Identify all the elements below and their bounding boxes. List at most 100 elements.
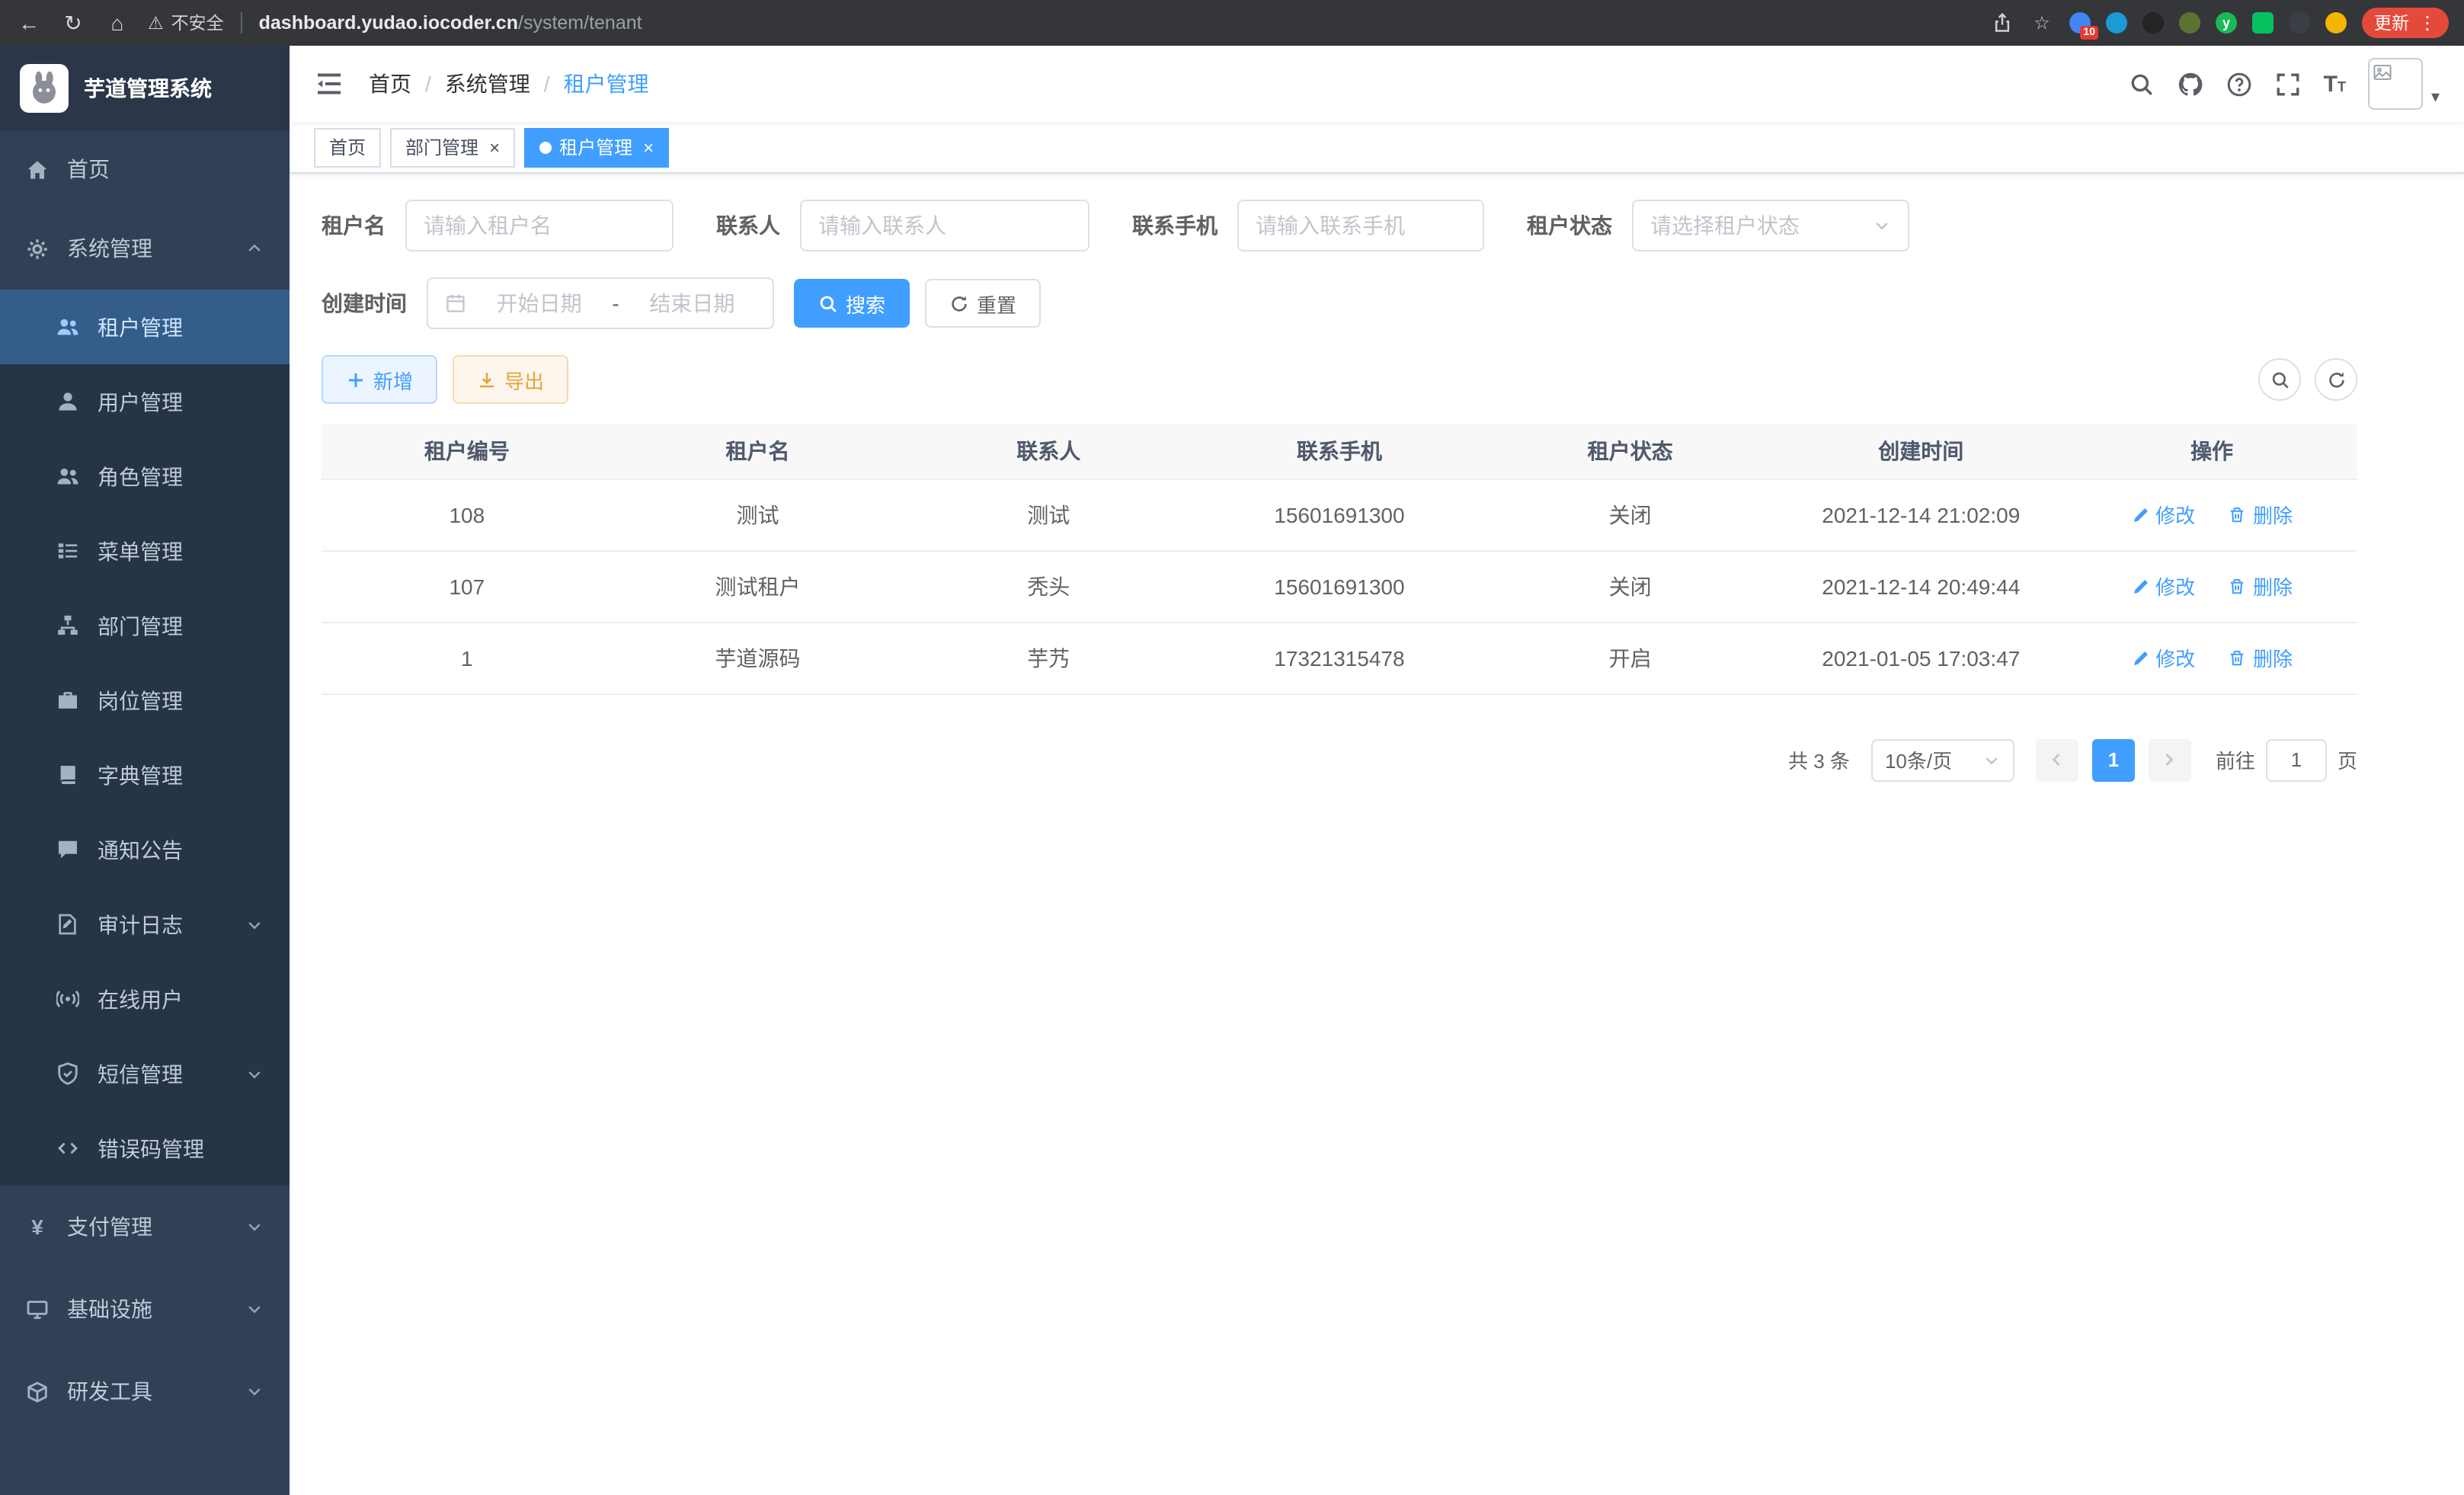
calendar-icon xyxy=(445,293,466,314)
edit-button[interactable]: 修改 xyxy=(2131,643,2195,672)
tenant-name-label: 租户名 xyxy=(322,210,386,241)
cell-tenant-name: 测试租户 xyxy=(613,550,904,622)
extension-icon[interactable] xyxy=(2106,12,2127,34)
date-range-picker[interactable]: - xyxy=(427,277,774,329)
cell-tenant-name: 测试 xyxy=(613,479,904,550)
search-icon[interactable] xyxy=(2129,71,2155,97)
prev-page-button[interactable] xyxy=(2036,738,2078,781)
browser-back-icon[interactable]: ← xyxy=(15,11,43,35)
col-contact: 联系人 xyxy=(903,424,1194,479)
sidebar-item-home[interactable]: 首页 xyxy=(0,131,290,207)
sidebar-item-payment-management[interactable]: ¥ 支付管理 xyxy=(0,1186,290,1268)
browser-reload-icon[interactable]: ↻ xyxy=(59,10,87,36)
date-end-input[interactable] xyxy=(629,291,756,315)
extension-icon[interactable] xyxy=(2252,12,2274,34)
cell-created: 2021-12-14 21:02:09 xyxy=(1775,479,2066,550)
hamburger-icon[interactable] xyxy=(314,69,344,99)
app-logo[interactable]: 芋道管理系统 xyxy=(0,46,290,131)
reset-button[interactable]: 重置 xyxy=(925,279,1041,328)
sidebar-item-post-management[interactable]: 岗位管理 xyxy=(0,663,290,738)
breadcrumb: 首页 / 系统管理 / 租户管理 xyxy=(369,69,649,99)
search-button[interactable]: 搜索 xyxy=(794,279,910,328)
address-bar[interactable]: dashboard.yudao.iocoder.cn/system/tenant xyxy=(259,12,642,34)
status-select[interactable]: 请选择租户状态 xyxy=(1632,200,1909,251)
browser-menu-icon[interactable]: ⋮ xyxy=(2418,12,2437,34)
add-button[interactable]: 新增 xyxy=(322,355,437,404)
edit-button[interactable]: 修改 xyxy=(2131,571,2195,600)
profile-avatar-icon[interactable] xyxy=(2325,12,2347,34)
sidebar-item-system-management[interactable]: 系统管理 xyxy=(0,207,290,290)
delete-button[interactable]: 删除 xyxy=(2229,643,2293,672)
cell-contact: 秃头 xyxy=(903,550,1194,622)
share-icon[interactable] xyxy=(1990,11,2014,35)
box-icon xyxy=(26,1380,49,1403)
breadcrumb-home[interactable]: 首页 xyxy=(369,69,411,99)
breadcrumb-system[interactable]: 系统管理 xyxy=(445,69,530,99)
fullscreen-icon[interactable] xyxy=(2275,71,2301,97)
browser-home-icon[interactable]: ⌂ xyxy=(104,11,131,35)
goto-page-input[interactable] xyxy=(2266,738,2327,781)
close-icon[interactable]: × xyxy=(643,138,654,156)
top-navbar: 首页 / 系统管理 / 租户管理 TT ▾ xyxy=(290,46,2464,122)
sidebar-item-online-users[interactable]: 在线用户 xyxy=(0,962,290,1036)
security-chip[interactable]: ⚠ 不安全 xyxy=(148,11,224,35)
edit-button[interactable]: 修改 xyxy=(2131,500,2195,529)
sidebar-item-sms-management[interactable]: 短信管理 xyxy=(0,1036,290,1111)
sidebar-item-dev-tools[interactable]: 研发工具 xyxy=(0,1350,290,1433)
create-time-label: 创建时间 xyxy=(322,288,407,319)
refresh-table-button[interactable] xyxy=(2315,358,2357,401)
contact-input[interactable] xyxy=(818,213,1071,238)
sidebar-item-menu-management[interactable]: 菜单管理 xyxy=(0,514,290,588)
pagination-total: 共 3 条 xyxy=(1788,745,1850,774)
refresh-icon xyxy=(949,293,969,313)
sidebar-item-audit-log[interactable]: 审计日志 xyxy=(0,887,290,962)
date-start-input[interactable] xyxy=(475,291,603,315)
message-icon xyxy=(56,838,79,861)
delete-button[interactable]: 删除 xyxy=(2229,571,2293,600)
bookmark-star-icon[interactable]: ☆ xyxy=(2030,11,2054,35)
close-icon[interactable]: × xyxy=(489,138,500,156)
url-host: dashboard.yudao.iocoder.cn xyxy=(259,12,518,34)
mobile-input[interactable] xyxy=(1256,213,1466,238)
code-icon xyxy=(56,1137,79,1160)
tenant-name-input[interactable] xyxy=(424,213,655,238)
sidebar-item-dict-management[interactable]: 字典管理 xyxy=(0,738,290,812)
mobile-label: 联系手机 xyxy=(1132,210,1218,241)
cell-contact: 测试 xyxy=(903,479,1194,550)
export-button[interactable]: 导出 xyxy=(453,355,568,404)
github-icon[interactable] xyxy=(2178,71,2203,97)
sidebar-item-error-code[interactable]: 错误码管理 xyxy=(0,1111,290,1186)
tag-tenant-management[interactable]: 租户管理 × xyxy=(524,127,669,167)
tag-home[interactable]: 首页 xyxy=(314,127,381,167)
extension-icon[interactable] xyxy=(2179,12,2200,34)
breadcrumb-tenant[interactable]: 租户管理 xyxy=(564,69,649,99)
next-page-button[interactable] xyxy=(2149,738,2191,781)
sidebar-item-infrastructure[interactable]: 基础设施 xyxy=(0,1268,290,1350)
cell-status: 关闭 xyxy=(1485,479,1776,550)
font-size-icon[interactable]: TT xyxy=(2324,72,2346,95)
sidebar-item-tenant-management[interactable]: 租户管理 xyxy=(0,290,290,364)
table-row: 108 测试 测试 15601691300 关闭 2021-12-14 21:0… xyxy=(322,479,2357,550)
sidebar-item-role-management[interactable]: 角色管理 xyxy=(0,439,290,514)
extension-icon[interactable] xyxy=(2289,12,2310,34)
help-icon[interactable] xyxy=(2226,71,2252,97)
page-size-select[interactable]: 10条/页 xyxy=(1871,738,2014,781)
sidebar-item-dept-management[interactable]: 部门管理 xyxy=(0,588,290,663)
extension-icon[interactable] xyxy=(2142,12,2164,34)
extension-icon[interactable]: 10 xyxy=(2069,12,2091,34)
browser-update-button[interactable]: 更新 ⋮ xyxy=(2362,8,2449,38)
tag-dept-management[interactable]: 部门管理 × xyxy=(390,127,515,167)
page-number-1[interactable]: 1 xyxy=(2092,738,2135,781)
extension-icon[interactable]: y xyxy=(2216,12,2237,34)
user-avatar[interactable]: ▾ xyxy=(2369,58,2440,110)
cell-status: 开启 xyxy=(1485,622,1776,693)
cell-mobile: 15601691300 xyxy=(1194,479,1485,550)
toggle-search-button[interactable] xyxy=(2258,358,2301,401)
sidebar-item-notice[interactable]: 通知公告 xyxy=(0,812,290,887)
sidebar-item-user-management[interactable]: 用户管理 xyxy=(0,364,290,439)
delete-button[interactable]: 删除 xyxy=(2229,500,2293,529)
col-actions: 操作 xyxy=(2066,424,2357,479)
col-mobile: 联系手机 xyxy=(1194,424,1485,479)
log-icon xyxy=(56,913,79,936)
cell-created: 2021-12-14 20:49:44 xyxy=(1775,550,2066,622)
